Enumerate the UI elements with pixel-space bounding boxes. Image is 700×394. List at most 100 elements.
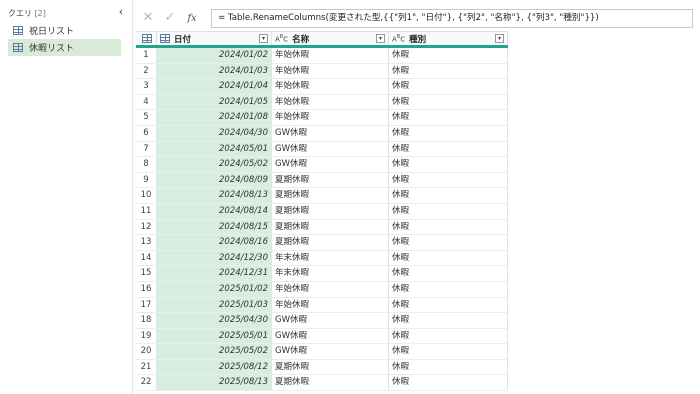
cell-kind[interactable]: 休暇 <box>389 157 508 173</box>
cell-date[interactable]: 2024/08/14 <box>157 203 272 220</box>
table-row[interactable]: 12 2024/08/15 夏期休暇 休暇 <box>136 219 508 236</box>
row-number[interactable]: 14 <box>136 250 157 267</box>
row-number[interactable]: 19 <box>136 328 157 345</box>
table-row[interactable]: 17 2025/01/03 年始休暇 休暇 <box>136 297 508 314</box>
table-row[interactable]: 14 2024/12/30 年末休暇 休暇 <box>136 250 508 267</box>
table-row[interactable]: 6 2024/04/30 GW休暇 休暇 <box>136 125 508 142</box>
cell-date[interactable]: 2024/08/09 <box>157 172 272 189</box>
cell-name[interactable]: 夏期休暇 <box>272 172 389 189</box>
cell-name[interactable]: GW休暇 <box>272 328 389 345</box>
table-row[interactable]: 13 2024/08/16 夏期休暇 休暇 <box>136 235 508 251</box>
table-row[interactable]: 22 2025/08/13 夏期休暇 休暇 <box>136 375 508 392</box>
cell-date[interactable]: 2025/01/02 <box>157 281 272 298</box>
cell-name[interactable]: 夏期休暇 <box>272 359 389 376</box>
cell-date[interactable]: 2024/08/13 <box>157 188 272 204</box>
cell-kind[interactable]: 休暇 <box>389 266 508 282</box>
cell-kind[interactable]: 休暇 <box>389 328 508 345</box>
table-row[interactable]: 5 2024/01/08 年始休暇 休暇 <box>136 110 508 126</box>
cell-date[interactable]: 2025/05/02 <box>157 344 272 360</box>
cell-kind[interactable]: 休暇 <box>389 359 508 376</box>
cell-date[interactable]: 2024/04/30 <box>157 125 272 142</box>
cell-date[interactable]: 2024/01/02 <box>157 48 272 64</box>
cell-date[interactable]: 2024/12/30 <box>157 250 272 267</box>
cell-name[interactable]: 年始休暇 <box>272 297 389 314</box>
cell-name[interactable]: 年始休暇 <box>272 110 389 126</box>
table-row[interactable]: 1 2024/01/02 年始休暇 休暇 <box>136 48 508 64</box>
row-number[interactable]: 8 <box>136 157 157 173</box>
row-number[interactable]: 11 <box>136 203 157 220</box>
cell-kind[interactable]: 休暇 <box>389 188 508 204</box>
column-header-kind[interactable]: ABC 種別 ▾ <box>389 31 508 45</box>
cell-name[interactable]: 年始休暇 <box>272 281 389 298</box>
cell-kind[interactable]: 休暇 <box>389 125 508 142</box>
cell-date[interactable]: 2024/01/04 <box>157 79 272 95</box>
query-item-vacation-list[interactable]: 休暇リスト <box>8 39 121 56</box>
table-row[interactable]: 16 2025/01/02 年始休暇 休暇 <box>136 281 508 298</box>
row-number[interactable]: 21 <box>136 359 157 376</box>
cell-name[interactable]: GW休暇 <box>272 344 389 360</box>
row-number[interactable]: 16 <box>136 281 157 298</box>
cell-date[interactable]: 2024/05/01 <box>157 141 272 158</box>
row-number[interactable]: 1 <box>136 48 157 64</box>
cell-name[interactable]: GW休暇 <box>272 157 389 173</box>
row-number[interactable]: 13 <box>136 235 157 251</box>
table-row[interactable]: 10 2024/08/13 夏期休暇 休暇 <box>136 188 508 204</box>
cell-name[interactable]: 夏期休暇 <box>272 188 389 204</box>
table-row[interactable]: 7 2024/05/01 GW休暇 休暇 <box>136 141 508 158</box>
row-number[interactable]: 9 <box>136 172 157 189</box>
row-number[interactable]: 20 <box>136 344 157 360</box>
fx-icon[interactable]: fx <box>181 13 203 24</box>
cell-date[interactable]: 2025/08/12 <box>157 359 272 376</box>
cell-kind[interactable]: 休暇 <box>389 94 508 111</box>
cell-kind[interactable]: 休暇 <box>389 281 508 298</box>
cell-kind[interactable]: 休暇 <box>389 110 508 126</box>
column-header-name[interactable]: ABC 名称 ▾ <box>272 31 389 45</box>
cell-name[interactable]: 年末休暇 <box>272 250 389 267</box>
cell-kind[interactable]: 休暇 <box>389 141 508 158</box>
cell-kind[interactable]: 休暇 <box>389 297 508 314</box>
cell-date[interactable]: 2024/08/15 <box>157 219 272 236</box>
table-row[interactable]: 18 2025/04/30 GW休暇 休暇 <box>136 313 508 329</box>
cell-name[interactable]: GW休暇 <box>272 313 389 329</box>
cell-name[interactable]: GW休暇 <box>272 141 389 158</box>
commit-formula-icon[interactable]: ✓ <box>159 8 181 28</box>
cell-name[interactable]: GW休暇 <box>272 125 389 142</box>
cell-kind[interactable]: 休暇 <box>389 203 508 220</box>
collapse-pane-chevron-icon[interactable]: ‹ <box>116 6 126 18</box>
cell-date[interactable]: 2025/04/30 <box>157 313 272 329</box>
row-number[interactable]: 10 <box>136 188 157 204</box>
row-number[interactable]: 4 <box>136 94 157 111</box>
cell-name[interactable]: 年始休暇 <box>272 63 389 80</box>
table-row[interactable]: 3 2024/01/04 年始休暇 休暇 <box>136 79 508 95</box>
cell-name[interactable]: 年始休暇 <box>272 48 389 64</box>
filter-dropdown-icon[interactable]: ▾ <box>259 34 268 43</box>
filter-dropdown-icon[interactable]: ▾ <box>376 34 385 43</box>
cell-name[interactable]: 夏期休暇 <box>272 375 389 392</box>
cell-kind[interactable]: 休暇 <box>389 250 508 267</box>
cancel-formula-icon[interactable]: ✕ <box>137 8 159 28</box>
cell-kind[interactable]: 休暇 <box>389 344 508 360</box>
table-row[interactable]: 8 2024/05/02 GW休暇 休暇 <box>136 157 508 173</box>
cell-date[interactable]: 2024/01/03 <box>157 63 272 80</box>
cell-date[interactable]: 2025/08/13 <box>157 375 272 392</box>
cell-date[interactable]: 2025/01/03 <box>157 297 272 314</box>
cell-name[interactable]: 夏期休暇 <box>272 235 389 251</box>
cell-kind[interactable]: 休暇 <box>389 219 508 236</box>
table-row[interactable]: 4 2024/01/05 年始休暇 休暇 <box>136 94 508 111</box>
table-row[interactable]: 2 2024/01/03 年始休暇 休暇 <box>136 63 508 80</box>
cell-kind[interactable]: 休暇 <box>389 63 508 80</box>
row-number[interactable]: 12 <box>136 219 157 236</box>
row-number[interactable]: 2 <box>136 63 157 80</box>
row-number[interactable]: 6 <box>136 125 157 142</box>
pane-divider[interactable] <box>132 0 133 394</box>
cell-date[interactable]: 2024/12/31 <box>157 266 272 282</box>
table-row[interactable]: 20 2025/05/02 GW休暇 休暇 <box>136 344 508 360</box>
query-item-holiday-list[interactable]: 祝日リスト <box>8 22 121 39</box>
cell-date[interactable]: 2024/08/16 <box>157 235 272 251</box>
column-header-date[interactable]: 日付 ▾ <box>157 31 272 45</box>
filter-dropdown-icon[interactable]: ▾ <box>495 34 504 43</box>
cell-date[interactable]: 2024/05/02 <box>157 157 272 173</box>
row-number[interactable]: 3 <box>136 79 157 95</box>
cell-kind[interactable]: 休暇 <box>389 375 508 392</box>
cell-name[interactable]: 年始休暇 <box>272 79 389 95</box>
